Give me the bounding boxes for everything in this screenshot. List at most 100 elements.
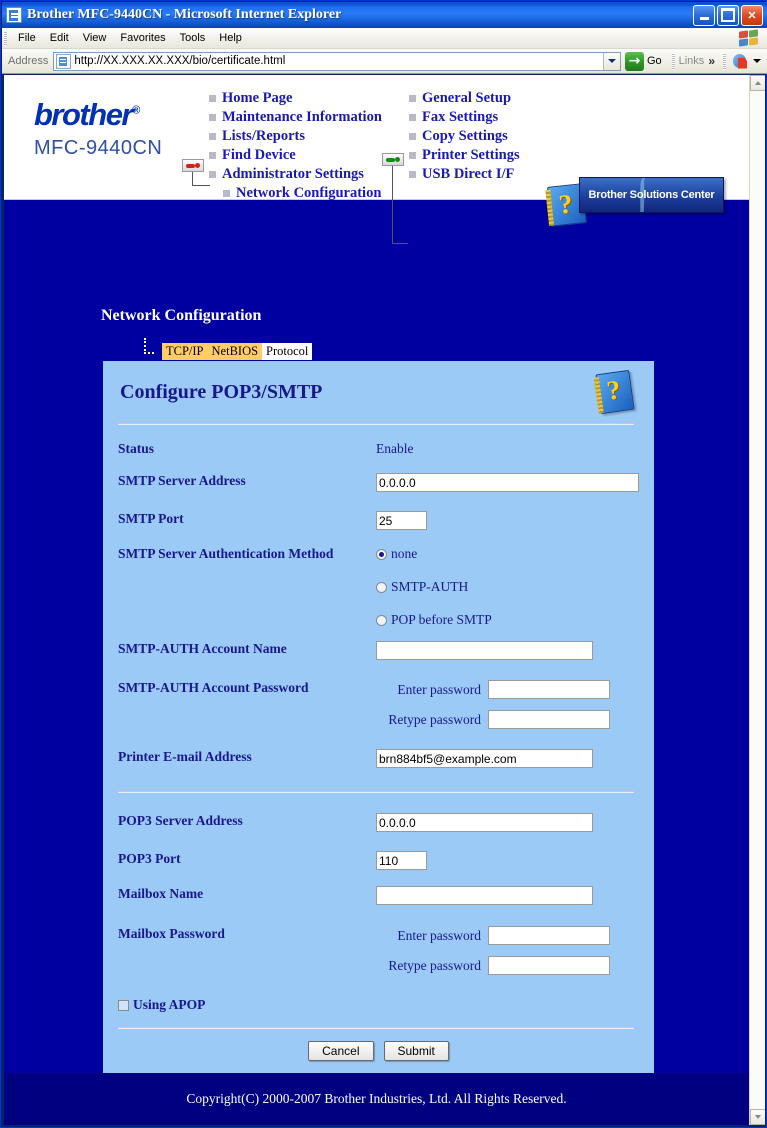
- nav-column-primary: Home Page Maintenance Information Lists/…: [209, 89, 382, 203]
- pop3-server-address-input[interactable]: [376, 813, 593, 832]
- label-smtp-auth-account-name: SMTP-AUTH Account Name: [118, 641, 287, 656]
- address-bar: Address http://XX.XXX.XX.XXX/bio/certifi…: [2, 49, 767, 74]
- sidebar-item-usb-direct-if[interactable]: USB Direct I/F: [409, 165, 520, 184]
- sidebar-item-lists-reports[interactable]: Lists/Reports: [209, 127, 382, 146]
- sidebar-item-copy-settings[interactable]: Copy Settings: [409, 127, 520, 146]
- menu-item-tools[interactable]: Tools: [173, 30, 213, 46]
- nav-label-general-setup: General Setup: [422, 90, 512, 106]
- field-row-mailbox-password: Mailbox Password Enter password Retype p…: [118, 926, 639, 975]
- go-label: Go: [646, 55, 662, 67]
- cancel-button[interactable]: Cancel: [308, 1041, 374, 1061]
- radio-option-pop-before-smtp[interactable]: POP before SMTP: [376, 612, 492, 628]
- sidebar-item-administrator-settings[interactable]: Administrator Settings: [209, 165, 382, 184]
- mailbox-retype-password-input[interactable]: [488, 956, 610, 975]
- mailbox-enter-password-input[interactable]: [488, 926, 610, 945]
- mailbox-name-input[interactable]: [376, 886, 593, 905]
- smtp-enter-password-input[interactable]: [488, 680, 610, 699]
- address-dropdown-button[interactable]: [602, 52, 620, 70]
- links-label[interactable]: Links: [679, 55, 705, 67]
- scrollbar-up-button[interactable]: [750, 75, 765, 91]
- menu-item-help[interactable]: Help: [212, 30, 249, 46]
- label-mailbox-retype-password: Retype password: [388, 958, 481, 973]
- nav-label-administrator-settings: Administrator Settings: [222, 166, 364, 182]
- submit-button[interactable]: Submit: [383, 1041, 449, 1061]
- pdf-toolbar-icon[interactable]: [732, 53, 749, 70]
- pdf-dropdown-icon[interactable]: [753, 59, 761, 63]
- sidebar-item-fax-settings[interactable]: Fax Settings: [409, 108, 520, 127]
- brother-logo: brother®: [34, 97, 140, 133]
- radio-none-icon[interactable]: [376, 548, 387, 560]
- tab-tcpip[interactable]: TCP/IP: [162, 343, 208, 360]
- configuration-panel: Configure POP3/SMTP ? Status Enable SMTP…: [103, 361, 654, 1076]
- menu-item-favorites[interactable]: Favorites: [113, 30, 172, 46]
- address-input[interactable]: http://XX.XXX.XX.XXX/bio/certificate.htm…: [53, 51, 621, 71]
- smtp-retype-password-input[interactable]: [488, 710, 610, 729]
- label-smtp-server-address: SMTP Server Address: [118, 473, 246, 488]
- mailbox-retype-password-row: Retype password: [376, 956, 610, 975]
- smtp-auth-account-name-input[interactable]: [376, 641, 593, 660]
- mailbox-password-group: Enter password Retype password: [376, 926, 610, 975]
- tab-netbios[interactable]: NetBIOS: [207, 343, 263, 360]
- go-button[interactable]: Go: [623, 51, 668, 71]
- divider-top: [118, 423, 634, 425]
- field-row-smtp-port: SMTP Port: [118, 511, 639, 530]
- bullet-icon: [223, 190, 230, 197]
- label-smtp-auth-method: SMTP Server Authentication Method: [118, 546, 334, 561]
- sidebar-item-home-page[interactable]: Home Page: [209, 89, 382, 108]
- radio-pop-before-smtp-label: POP before SMTP: [391, 612, 492, 627]
- printer-model: MFC-9440CN: [34, 137, 163, 159]
- overflow-chevron-icon[interactable]: »: [708, 54, 715, 68]
- menu-item-view[interactable]: View: [76, 30, 114, 46]
- pop3-port-input[interactable]: [376, 851, 427, 870]
- brother-solutions-center-link[interactable]: ? ∫ Brother Solutions Center: [547, 173, 724, 227]
- radio-smtp-auth-icon[interactable]: [376, 581, 387, 593]
- menu-grip[interactable]: [4, 30, 7, 46]
- vertical-scrollbar[interactable]: [749, 75, 765, 1125]
- key-icon-admin: [182, 159, 204, 172]
- smtp-port-input[interactable]: [376, 511, 427, 530]
- field-row-using-apop: Using APOP: [118, 997, 639, 1013]
- bullet-icon: [409, 95, 416, 102]
- close-button[interactable]: ✕: [741, 4, 763, 26]
- menu-item-file[interactable]: File: [11, 30, 43, 46]
- label-mailbox-password: Mailbox Password: [118, 926, 225, 941]
- web-page: brother® MFC-9440CN Home Page Maintenanc…: [4, 75, 749, 1125]
- maximize-button[interactable]: [717, 4, 739, 26]
- solutions-center-banner: ∫ Brother Solutions Center: [579, 177, 724, 213]
- label-smtp-auth-account-password: SMTP-AUTH Account Password: [118, 680, 309, 695]
- help-button[interactable]: ?: [594, 369, 636, 415]
- scrollbar-down-button[interactable]: [750, 1109, 765, 1125]
- tab-protocol[interactable]: Protocol: [262, 343, 313, 360]
- smtp-server-address-input[interactable]: [376, 473, 639, 492]
- sidebar-item-printer-settings[interactable]: Printer Settings: [409, 146, 520, 165]
- printer-email-input[interactable]: [376, 749, 593, 768]
- radio-none-label: none: [391, 546, 418, 561]
- using-apop-checkbox[interactable]: [118, 999, 129, 1011]
- using-apop-checkbox-row[interactable]: Using APOP: [118, 997, 205, 1013]
- field-row-smtp-auth-account-name: SMTP-AUTH Account Name: [118, 641, 639, 660]
- sidebar-item-find-device[interactable]: Find Device: [209, 146, 382, 165]
- label-smtp-retype-password: Retype password: [388, 712, 481, 727]
- toolbar-grip[interactable]: [671, 52, 675, 70]
- nav-label-copy-settings: Copy Settings: [422, 128, 508, 144]
- page-icon: [56, 53, 72, 69]
- field-row-pop3-port: POP3 Port: [118, 851, 639, 870]
- minimize-button[interactable]: [693, 4, 715, 26]
- sidebar-item-maintenance-information[interactable]: Maintenance Information: [209, 108, 382, 127]
- question-mark-icon: ?: [557, 188, 574, 220]
- nav-label-lists-reports: Lists/Reports: [222, 128, 305, 144]
- bullet-icon: [209, 152, 216, 159]
- smtp-auth-radio-group: none SMTP-AUTH POP before SMTP: [376, 546, 492, 628]
- sidebar-item-network-configuration[interactable]: Network Configuration: [209, 184, 382, 203]
- radio-option-none[interactable]: none: [376, 546, 492, 562]
- radio-pop-before-smtp-icon[interactable]: [376, 614, 387, 626]
- nav-label-home-page: Home Page: [222, 90, 293, 106]
- field-row-smtp-server-address: SMTP Server Address: [118, 473, 639, 492]
- sidebar-item-general-setup[interactable]: General Setup: [409, 89, 520, 108]
- radio-option-smtp-auth[interactable]: SMTP-AUTH: [376, 579, 492, 595]
- page-viewport: brother® MFC-9440CN Home Page Maintenanc…: [4, 75, 765, 1125]
- divider-bottom: [118, 1027, 634, 1029]
- menu-item-edit[interactable]: Edit: [43, 30, 76, 46]
- field-row-pop3-server-address: POP3 Server Address: [118, 813, 639, 832]
- toolbar-grip-2[interactable]: [723, 52, 726, 70]
